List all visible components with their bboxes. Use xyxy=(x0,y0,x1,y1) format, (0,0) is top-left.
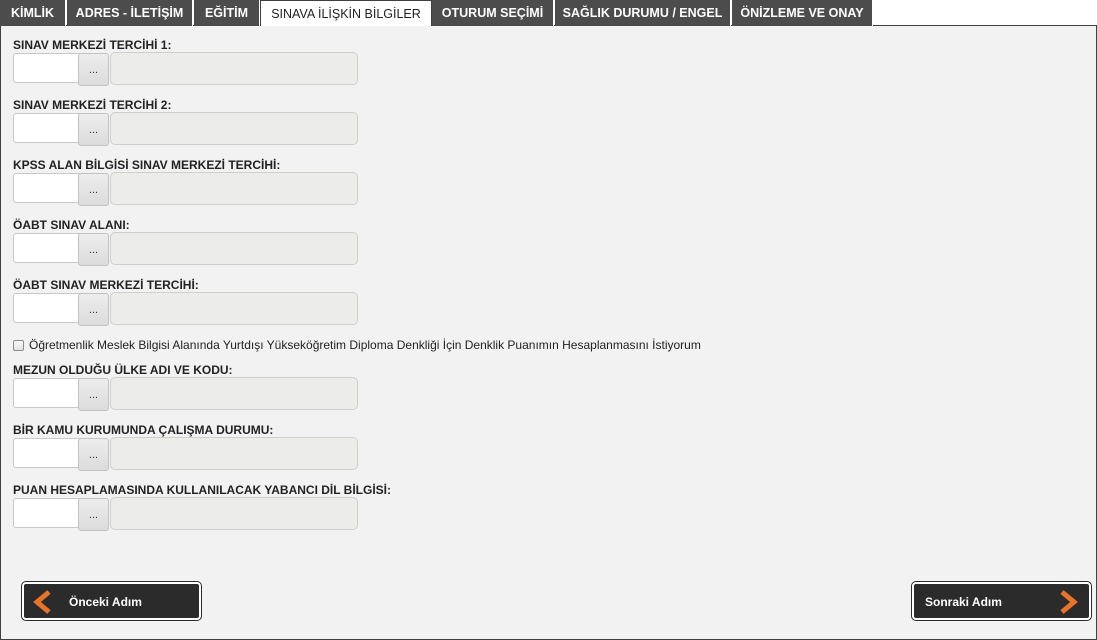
kamu-calisma-durumu-lookup-button[interactable]: ... xyxy=(78,438,109,471)
arrow-left-icon xyxy=(33,590,51,614)
field-label-oabt-sinav-merkezi: ÖABT SINAV MERKEZİ TERCİHİ: xyxy=(13,278,199,292)
field-label-sinav-merkezi-2: SINAV MERKEZİ TERCİHİ 2: xyxy=(13,98,172,112)
next-step-button[interactable]: Sonraki Adım xyxy=(912,582,1091,620)
previous-step-button[interactable]: Önceki Adım xyxy=(22,582,201,620)
denklik-puani-checkbox[interactable] xyxy=(13,339,24,351)
sinav-merkezi-2-lookup-button[interactable]: ... xyxy=(78,113,109,146)
previous-step-label: Önceki Adım xyxy=(69,595,142,609)
kpss-alan-sinav-merkezi-name-display xyxy=(110,172,358,205)
oabt-sinav-alani-code-input[interactable] xyxy=(13,233,80,263)
kamu-calisma-durumu-code-input[interactable] xyxy=(13,438,80,468)
mezun-ulke-code-input[interactable] xyxy=(13,378,80,408)
sinav-merkezi-2-name-display xyxy=(110,112,358,145)
sinav-merkezi-2-code-input[interactable] xyxy=(13,113,80,143)
yabanci-dil-name-display xyxy=(110,497,358,530)
tab-egitim[interactable]: EĞİTİM xyxy=(194,0,260,26)
denklik-puani-option: Öğretmenlik Meslek Bilgisi Alanında Yurt… xyxy=(13,338,701,352)
kpss-alan-sinav-merkezi-lookup-button[interactable]: ... xyxy=(78,173,109,206)
oabt-sinav-merkezi-lookup-button[interactable]: ... xyxy=(78,293,109,326)
tab-sinava-iliskin-bilgiler[interactable]: SINAVA İLİŞKİN BİLGİLER xyxy=(260,0,432,27)
field-label-kpss-alan-sinav-merkezi: KPSS ALAN BİLGİSİ SINAV MERKEZİ TERCİHİ: xyxy=(13,158,281,172)
denklik-puani-label: Öğretmenlik Meslek Bilgisi Alanında Yurt… xyxy=(29,338,701,352)
tab-adres-iletisim[interactable]: ADRES - İLETİŞİM xyxy=(67,0,193,26)
oabt-sinav-alani-name-display xyxy=(110,232,358,265)
oabt-sinav-merkezi-code-input[interactable] xyxy=(13,293,80,323)
kpss-alan-sinav-merkezi-code-input[interactable] xyxy=(13,173,80,203)
mezun-ulke-name-display xyxy=(110,377,358,410)
yabanci-dil-lookup-button[interactable]: ... xyxy=(78,498,109,531)
arrow-right-icon xyxy=(1060,590,1078,614)
sinav-merkezi-1-lookup-button[interactable]: ... xyxy=(78,53,109,86)
tab-kimlik[interactable]: KİMLİK xyxy=(0,0,66,26)
next-step-label: Sonraki Adım xyxy=(925,595,1002,609)
oabt-sinav-alani-lookup-button[interactable]: ... xyxy=(78,233,109,266)
kamu-calisma-durumu-name-display xyxy=(110,437,358,470)
sinav-merkezi-1-code-input[interactable] xyxy=(13,53,80,83)
field-label-sinav-merkezi-1: SINAV MERKEZİ TERCİHİ 1: xyxy=(13,38,172,52)
sinav-merkezi-1-name-display xyxy=(110,52,358,85)
field-label-mezun-ulke: MEZUN OLDUĞU ÜLKE ADI VE KODU: xyxy=(13,363,233,377)
oabt-sinav-merkezi-name-display xyxy=(110,292,358,325)
field-label-kamu-calisma-durumu: BİR KAMU KURUMUNDA ÇALIŞMA DURUMU: xyxy=(13,423,274,437)
mezun-ulke-lookup-button[interactable]: ... xyxy=(78,378,109,411)
tab-bar: KİMLİK ADRES - İLETİŞİM EĞİTİM SINAVA İL… xyxy=(0,0,1097,27)
tab-onizleme-ve-onay[interactable]: ÖNİZLEME VE ONAY xyxy=(732,0,873,26)
tab-saglik-durumu-engel[interactable]: SAĞLIK DURUMU / ENGEL xyxy=(555,0,731,26)
yabanci-dil-code-input[interactable] xyxy=(13,498,80,528)
tab-oturum-secimi[interactable]: OTURUM SEÇİMİ xyxy=(432,0,554,26)
field-label-oabt-sinav-alani: ÖABT SINAV ALANI: xyxy=(13,218,130,232)
field-label-yabanci-dil: PUAN HESAPLAMASINDA KULLANILACAK YABANCI… xyxy=(13,483,392,497)
